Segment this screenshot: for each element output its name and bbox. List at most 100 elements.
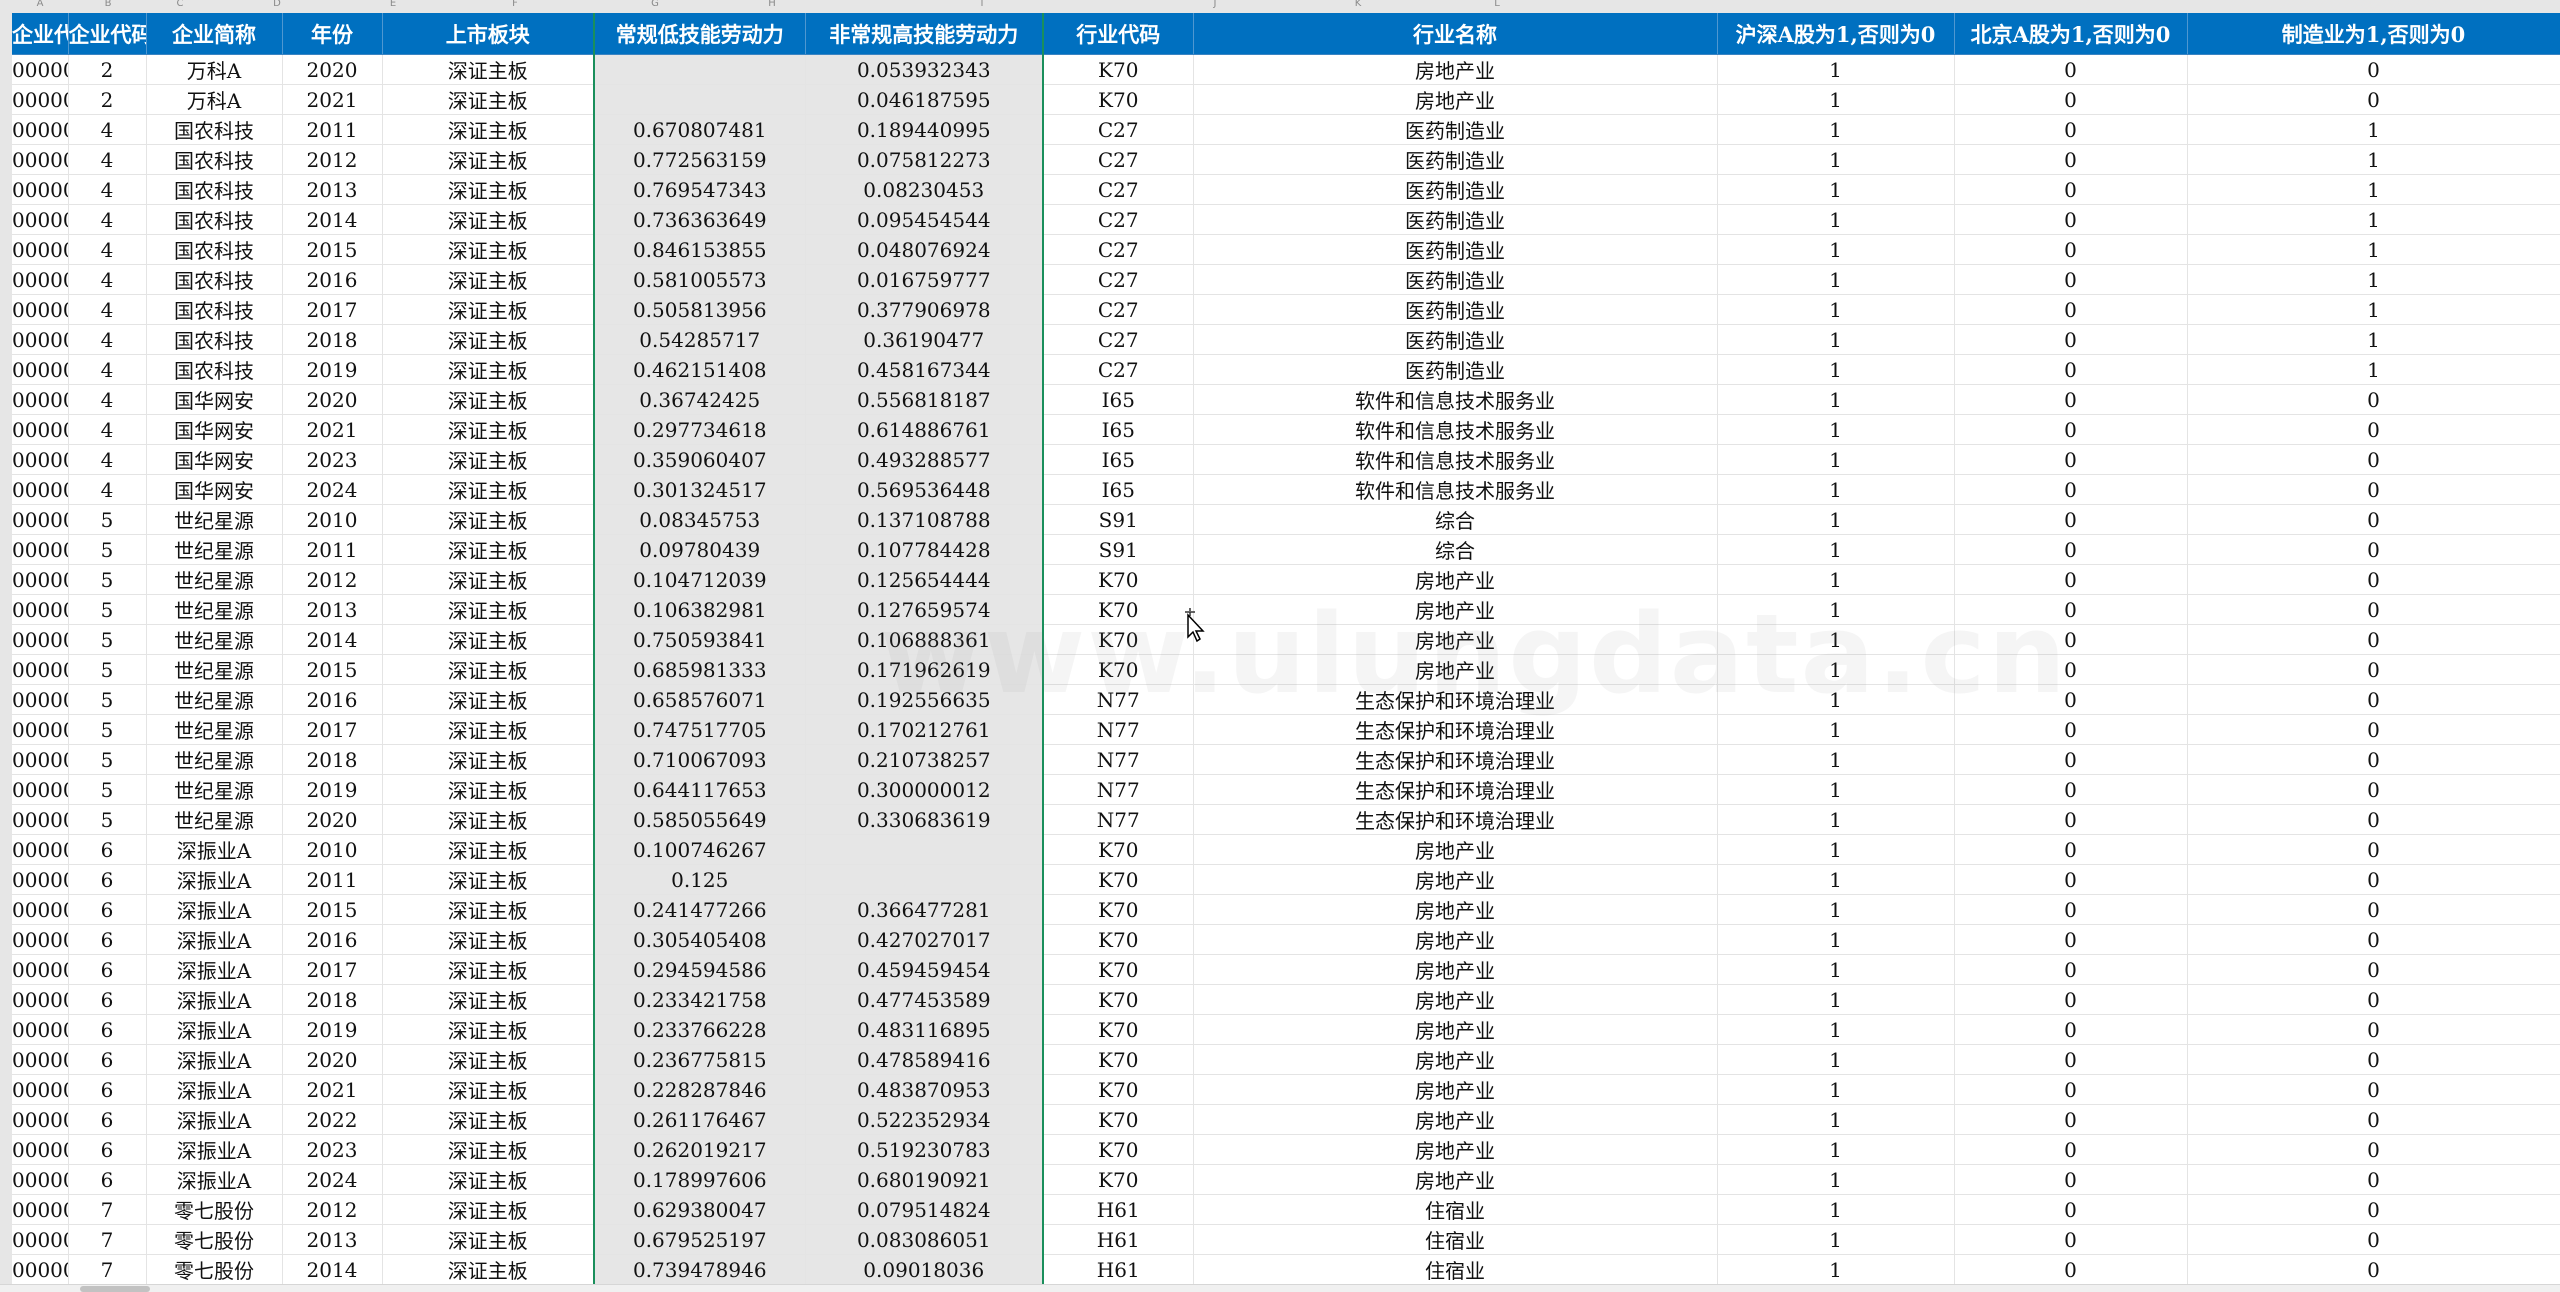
cell-e[interactable]: 深证主板 xyxy=(382,954,595,985)
column-header-l[interactable]: 制造业为1,否则为0 xyxy=(2187,13,2560,55)
cell-i[interactable]: 医药制造业 xyxy=(1193,174,1718,205)
cell-b[interactable]: 7 xyxy=(68,1224,147,1255)
cell-g[interactable]: 0.36190477 xyxy=(805,324,1044,355)
cell-d[interactable]: 2023 xyxy=(282,444,383,475)
cell-g[interactable]: 0.366477281 xyxy=(805,894,1044,925)
column-header-k[interactable]: 北京A股为1,否则为0 xyxy=(1954,13,2188,55)
cell-j[interactable]: 1 xyxy=(1717,804,1955,835)
column-letter-a[interactable]: A xyxy=(37,0,44,9)
cell-f[interactable]: 0.685981333 xyxy=(593,654,806,685)
cell-c[interactable]: 国农科技 xyxy=(146,204,283,235)
cell-f[interactable]: 0.462151408 xyxy=(593,354,806,385)
column-letter-g[interactable]: G xyxy=(651,0,659,9)
cell-c[interactable]: 深振业A xyxy=(146,1044,283,1075)
cell-k[interactable]: 0 xyxy=(1954,954,2188,985)
cell-d[interactable]: 2021 xyxy=(282,84,383,115)
cell-b[interactable]: 5 xyxy=(68,684,147,715)
cell-b[interactable]: 4 xyxy=(68,294,147,325)
cell-j[interactable]: 1 xyxy=(1717,1044,1955,1075)
cell-j[interactable]: 1 xyxy=(1717,294,1955,325)
cell-f[interactable]: 0.739478946 xyxy=(593,1254,806,1285)
cell-f[interactable]: 0.104712039 xyxy=(593,564,806,595)
cell-j[interactable]: 1 xyxy=(1717,474,1955,505)
cell-a[interactable]: 000005 xyxy=(12,564,69,595)
cell-c[interactable]: 深振业A xyxy=(146,864,283,895)
cell-h[interactable]: K70 xyxy=(1043,654,1194,685)
cell-f[interactable]: 0.585055649 xyxy=(593,804,806,835)
cell-l[interactable]: 1 xyxy=(2187,354,2560,385)
cell-b[interactable]: 6 xyxy=(68,864,147,895)
cell-k[interactable]: 0 xyxy=(1954,144,2188,175)
cell-d[interactable]: 2024 xyxy=(282,1164,383,1195)
cell-k[interactable]: 0 xyxy=(1954,744,2188,775)
cell-f[interactable]: 0.09780439 xyxy=(593,534,806,565)
cell-h[interactable]: I65 xyxy=(1043,384,1194,415)
cell-d[interactable]: 2016 xyxy=(282,264,383,295)
cell-c[interactable]: 深振业A xyxy=(146,1134,283,1165)
cell-e[interactable]: 深证主板 xyxy=(382,774,595,805)
cell-h[interactable]: K70 xyxy=(1043,1014,1194,1045)
row-number-gutter[interactable] xyxy=(0,13,12,1292)
cell-h[interactable]: I65 xyxy=(1043,444,1194,475)
column-header-j[interactable]: 沪深A股为1,否则为0 xyxy=(1717,13,1955,55)
cell-e[interactable]: 深证主板 xyxy=(382,204,595,235)
cell-i[interactable]: 房地产业 xyxy=(1193,834,1718,865)
cell-f[interactable]: 0.262019217 xyxy=(593,1134,806,1165)
cell-a[interactable]: 000006 xyxy=(12,1134,69,1165)
cell-k[interactable]: 0 xyxy=(1954,504,2188,535)
cell-d[interactable]: 2012 xyxy=(282,1194,383,1225)
cell-l[interactable]: 0 xyxy=(2187,564,2560,595)
cell-h[interactable]: N77 xyxy=(1043,714,1194,745)
cell-b[interactable]: 6 xyxy=(68,1134,147,1165)
cell-c[interactable]: 深振业A xyxy=(146,894,283,925)
column-letter-b[interactable]: B xyxy=(105,0,112,9)
cell-b[interactable]: 4 xyxy=(68,234,147,265)
cell-f[interactable]: 0.846153855 xyxy=(593,234,806,265)
cell-j[interactable]: 1 xyxy=(1717,204,1955,235)
cell-f[interactable]: 0.629380047 xyxy=(593,1194,806,1225)
cell-c[interactable]: 世纪星源 xyxy=(146,564,283,595)
cell-k[interactable]: 0 xyxy=(1954,564,2188,595)
cell-g[interactable]: 0.483870953 xyxy=(805,1074,1044,1105)
cell-h[interactable]: N77 xyxy=(1043,684,1194,715)
cell-i[interactable]: 住宿业 xyxy=(1193,1254,1718,1285)
cell-l[interactable]: 0 xyxy=(2187,1134,2560,1165)
cell-j[interactable]: 1 xyxy=(1717,1164,1955,1195)
cell-b[interactable]: 6 xyxy=(68,1104,147,1135)
cell-d[interactable]: 2011 xyxy=(282,114,383,145)
column-header-f[interactable]: 常规低技能劳动力 xyxy=(593,13,806,55)
cell-d[interactable]: 2017 xyxy=(282,714,383,745)
cell-h[interactable]: C27 xyxy=(1043,204,1194,235)
cell-j[interactable]: 1 xyxy=(1717,834,1955,865)
cell-g[interactable]: 0.478589416 xyxy=(805,1044,1044,1075)
cell-a[interactable]: 000005 xyxy=(12,534,69,565)
cell-e[interactable]: 深证主板 xyxy=(382,1014,595,1045)
cell-k[interactable]: 0 xyxy=(1954,1044,2188,1075)
cell-b[interactable]: 4 xyxy=(68,354,147,385)
cell-h[interactable]: K70 xyxy=(1043,864,1194,895)
cell-d[interactable]: 2011 xyxy=(282,864,383,895)
cell-l[interactable]: 0 xyxy=(2187,414,2560,445)
cell-e[interactable]: 深证主板 xyxy=(382,414,595,445)
cell-d[interactable]: 2020 xyxy=(282,384,383,415)
cell-i[interactable]: 软件和信息技术服务业 xyxy=(1193,384,1718,415)
cell-i[interactable]: 医药制造业 xyxy=(1193,204,1718,235)
cell-j[interactable]: 1 xyxy=(1717,624,1955,655)
cell-l[interactable]: 0 xyxy=(2187,744,2560,775)
cell-l[interactable]: 0 xyxy=(2187,474,2560,505)
cell-j[interactable]: 1 xyxy=(1717,864,1955,895)
cell-d[interactable]: 2021 xyxy=(282,414,383,445)
cell-k[interactable]: 0 xyxy=(1954,924,2188,955)
cell-j[interactable]: 1 xyxy=(1717,384,1955,415)
cell-e[interactable]: 深证主板 xyxy=(382,1104,595,1135)
cell-b[interactable]: 2 xyxy=(68,84,147,115)
cell-a[interactable]: 000004 xyxy=(12,204,69,235)
cell-a[interactable]: 000004 xyxy=(12,444,69,475)
cell-j[interactable]: 1 xyxy=(1717,1194,1955,1225)
cell-l[interactable]: 1 xyxy=(2187,174,2560,205)
cell-k[interactable]: 0 xyxy=(1954,654,2188,685)
cell-i[interactable]: 房地产业 xyxy=(1193,624,1718,655)
cell-h[interactable]: I65 xyxy=(1043,414,1194,445)
cell-f[interactable]: 0.710067093 xyxy=(593,744,806,775)
cell-k[interactable]: 0 xyxy=(1954,174,2188,205)
